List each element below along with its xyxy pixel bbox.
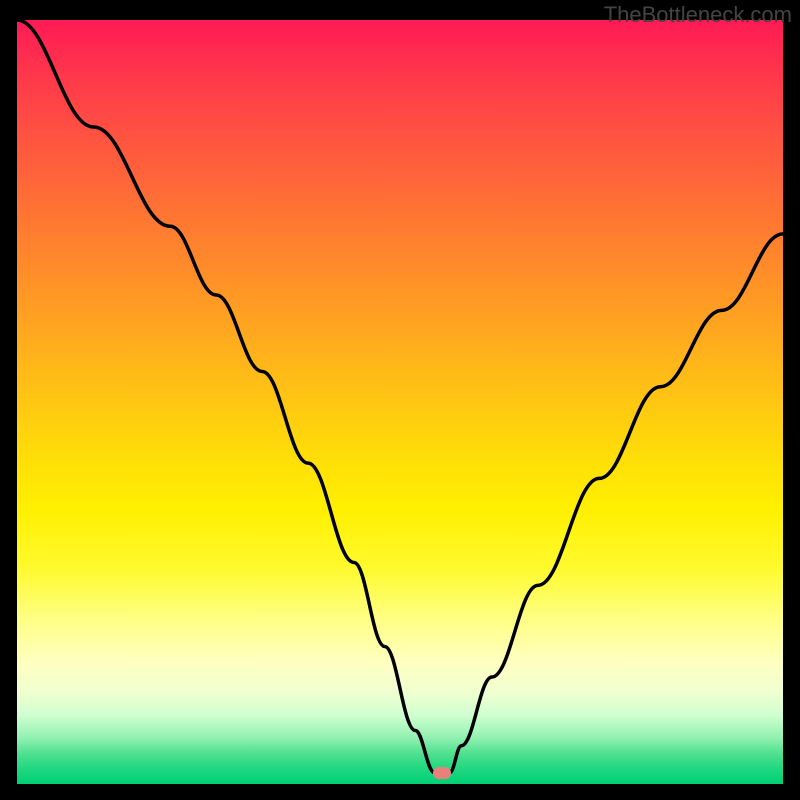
- plot-area: [17, 20, 783, 784]
- minimum-marker: [433, 767, 451, 779]
- watermark-text: TheBottleneck.com: [604, 2, 792, 28]
- chart-container: TheBottleneck.com: [0, 0, 800, 800]
- curve-svg: [17, 20, 783, 784]
- bottleneck-curve: [17, 20, 783, 773]
